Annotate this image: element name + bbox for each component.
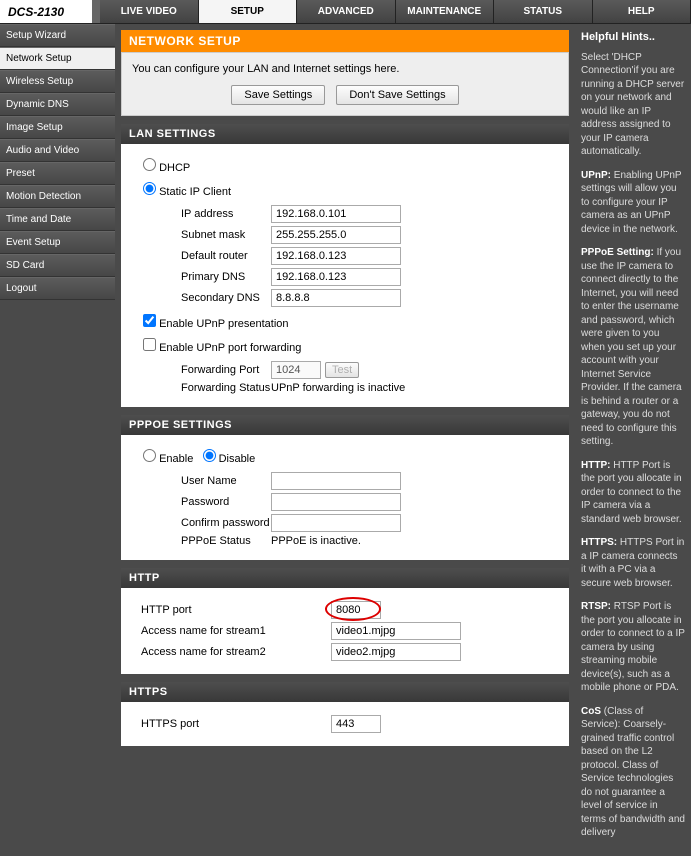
fwd-status-value: UPnP forwarding is inactive [271, 382, 405, 394]
sidebar-item-image-setup[interactable]: Image Setup [0, 116, 115, 139]
static-ip-radio[interactable]: Static IP Client [143, 186, 231, 198]
tab-advanced[interactable]: ADVANCED [297, 0, 396, 23]
top-tabs: LIVE VIDEO SETUP ADVANCED MAINTENANCE ST… [100, 0, 691, 23]
hint-http-lead: HTTP: [581, 460, 610, 471]
ip-label: IP address [131, 208, 271, 220]
upnp-pres-label: Enable UPnP presentation [159, 318, 288, 330]
pppoe-enable-radio[interactable]: Enable [143, 453, 193, 465]
pppoe-title: PPPOE SETTINGS [121, 415, 569, 435]
tab-setup[interactable]: SETUP [199, 0, 298, 23]
http-port-input[interactable] [331, 601, 381, 619]
lan-settings-title: LAN SETTINGS [121, 124, 569, 144]
pppoe-status-value: PPPoE is inactive. [271, 535, 361, 547]
sidebar-item-network-setup[interactable]: Network Setup [0, 47, 115, 70]
subnet-label: Subnet mask [131, 229, 271, 241]
hint-pppoe-lead: PPPoE Setting: [581, 247, 654, 258]
hint-upnp-lead: UPnP: [581, 170, 611, 181]
hint-dhcp-body: if you are running a DHCP server on your… [581, 65, 684, 157]
router-label: Default router [131, 250, 271, 262]
sidebar-item-sd-card[interactable]: SD Card [0, 254, 115, 277]
sdns-label: Secondary DNS [131, 292, 271, 304]
pppoe-user-input[interactable] [271, 472, 401, 490]
sidebar-item-logout[interactable]: Logout [0, 277, 115, 300]
sidebar-item-audio-video[interactable]: Audio and Video [0, 139, 115, 162]
pdns-input[interactable] [271, 268, 401, 286]
sdns-input[interactable] [271, 289, 401, 307]
sidebar-item-preset[interactable]: Preset [0, 162, 115, 185]
hint-rtsp-body: RTSP Port is the port you allocate in or… [581, 601, 685, 693]
save-settings-button[interactable]: Save Settings [231, 85, 325, 105]
tab-live-video[interactable]: LIVE VIDEO [100, 0, 199, 23]
pppoe-status-label: PPPoE Status [131, 535, 271, 547]
stream1-label: Access name for stream1 [131, 625, 331, 637]
pppoe-pass-label: Password [131, 496, 271, 508]
pppoe-disable-label: Disable [219, 453, 256, 465]
http-port-label: HTTP port [131, 604, 331, 616]
stream1-input[interactable] [331, 622, 461, 640]
network-setup-desc: You can configure your LAN and Internet … [132, 63, 558, 75]
dont-save-settings-button[interactable]: Don't Save Settings [336, 85, 458, 105]
stream2-label: Access name for stream2 [131, 646, 331, 658]
sidebar-item-setup-wizard[interactable]: Setup Wizard [0, 24, 115, 47]
http-title: HTTP [121, 568, 569, 588]
pppoe-confirm-input[interactable] [271, 514, 401, 532]
network-setup-title: NETWORK SETUP [121, 30, 569, 52]
pppoe-confirm-label: Confirm password [131, 517, 271, 529]
tab-status[interactable]: STATUS [494, 0, 593, 23]
main-content: NETWORK SETUP You can configure your LAN… [115, 24, 575, 856]
sidebar-item-motion-detection[interactable]: Motion Detection [0, 185, 115, 208]
pppoe-enable-label: Enable [159, 453, 193, 465]
static-label: Static IP Client [159, 186, 231, 198]
pdns-label: Primary DNS [131, 271, 271, 283]
fwd-port-label: Forwarding Port [131, 364, 271, 376]
stream2-input[interactable] [331, 643, 461, 661]
https-port-label: HTTPS port [131, 718, 331, 730]
sidebar: Setup Wizard Network Setup Wireless Setu… [0, 24, 115, 856]
upnp-fwd-label: Enable UPnP port forwarding [159, 342, 301, 354]
helpful-hints-panel: Helpful Hints.. Select 'DHCP Connection'… [575, 24, 691, 856]
upnp-port-fwd-checkbox[interactable]: Enable UPnP port forwarding [143, 342, 301, 354]
sidebar-item-time-date[interactable]: Time and Date [0, 208, 115, 231]
hint-cos-body: (Class of Service): Coarsely-grained tra… [581, 706, 685, 839]
tab-maintenance[interactable]: MAINTENANCE [396, 0, 495, 23]
router-input[interactable] [271, 247, 401, 265]
device-model: DCS-2130 [0, 0, 100, 23]
hint-cos-lead: CoS [581, 706, 601, 717]
sidebar-item-event-setup[interactable]: Event Setup [0, 231, 115, 254]
hints-title: Helpful Hints.. [581, 30, 685, 45]
hint-pppoe-body: If you use the IP camera to connect dire… [581, 247, 682, 447]
pppoe-disable-radio[interactable]: Disable [203, 453, 256, 465]
https-title: HTTPS [121, 682, 569, 702]
pppoe-user-label: User Name [131, 475, 271, 487]
pppoe-pass-input[interactable] [271, 493, 401, 511]
fwd-status-label: Forwarding Status [131, 382, 271, 394]
tab-help[interactable]: HELP [593, 0, 691, 23]
test-button: Test [325, 362, 359, 378]
sidebar-item-dynamic-dns[interactable]: Dynamic DNS [0, 93, 115, 116]
dhcp-radio[interactable]: DHCP [143, 162, 190, 174]
dhcp-label: DHCP [159, 162, 190, 174]
hint-https-lead: HTTPS: [581, 537, 617, 548]
hint-rtsp-lead: RTSP: [581, 601, 611, 612]
ip-input[interactable] [271, 205, 401, 223]
fwd-port-input [271, 361, 321, 379]
sidebar-item-wireless-setup[interactable]: Wireless Setup [0, 70, 115, 93]
upnp-presentation-checkbox[interactable]: Enable UPnP presentation [143, 318, 289, 330]
subnet-input[interactable] [271, 226, 401, 244]
https-port-input[interactable] [331, 715, 381, 733]
